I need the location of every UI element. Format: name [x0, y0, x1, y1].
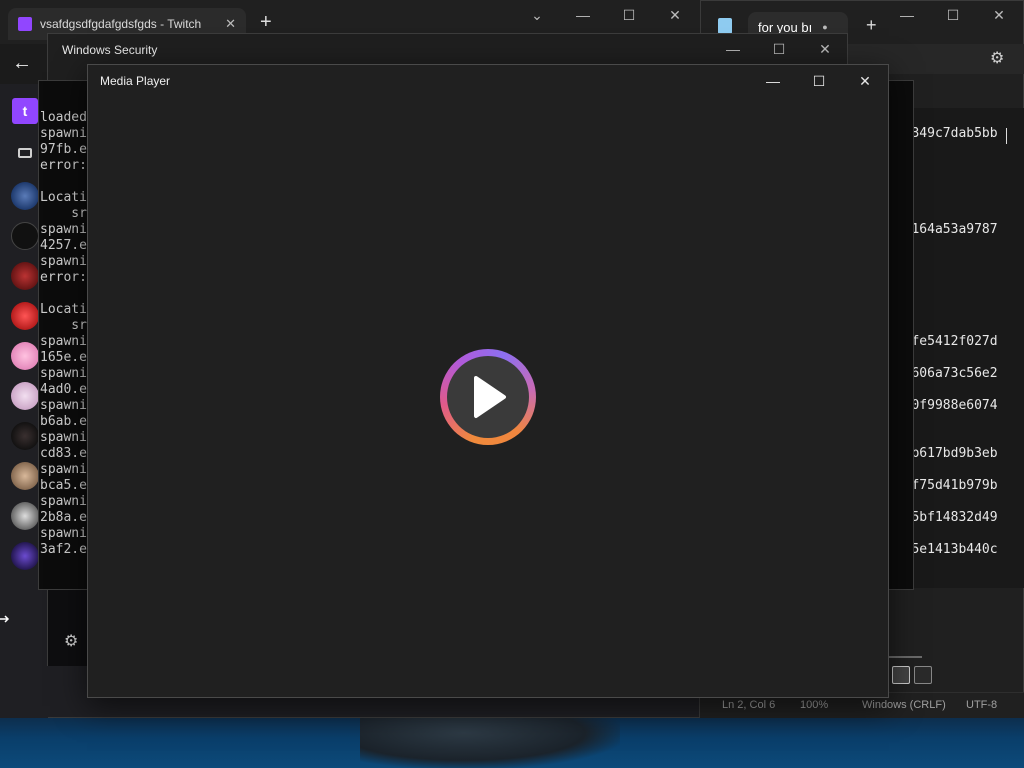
terminal-line: 4ad0.e	[40, 382, 87, 397]
view-mode-buttons	[892, 666, 932, 684]
play-icon	[474, 376, 506, 418]
notepad-window-controls: — ☐ ✕	[884, 0, 1022, 30]
mouse-cursor-icon	[0, 612, 12, 629]
close-button[interactable]: ✕	[802, 34, 848, 64]
channel-avatar[interactable]	[11, 502, 39, 530]
tab-close-icon[interactable]: ✕	[225, 16, 236, 32]
play-button-inner	[447, 356, 529, 438]
terminal-line: Locati	[40, 190, 87, 205]
media-player-controls: — ☐ ✕	[750, 66, 888, 96]
minimize-button[interactable]: —	[560, 0, 606, 30]
cursor-position: Ln 2, Col 6	[722, 699, 776, 711]
close-button[interactable]: ✕	[652, 0, 698, 30]
twitch-window-controls: ⌄ — ☐ ✕	[514, 0, 698, 30]
close-button[interactable]: ✕	[842, 66, 888, 96]
channel-avatar[interactable]	[11, 262, 39, 290]
terminal-line: 3af2.e	[40, 542, 87, 557]
maximize-button[interactable]: ☐	[930, 0, 976, 30]
terminal-line: spawni	[40, 366, 87, 381]
terminal-line: spawni	[40, 526, 87, 541]
terminal-line: 165e.e	[40, 350, 87, 365]
encoding[interactable]: UTF-8	[966, 699, 997, 711]
desktop-wallpaper-image	[360, 718, 620, 768]
terminal-line: cd83.e	[40, 446, 87, 461]
media-player-title: Media Player	[100, 74, 171, 88]
windows-security-controls: — ☐ ✕	[710, 34, 848, 64]
unsaved-dot-icon: ●	[822, 22, 828, 32]
twitch-logo-icon[interactable]: t	[12, 98, 38, 124]
tab-search-chevron-down-icon[interactable]: ⌄	[514, 0, 560, 30]
minimize-button[interactable]: —	[884, 0, 930, 30]
terminal-line: 2b8a.e	[40, 510, 87, 525]
settings-gear-icon[interactable]: ⚙	[64, 631, 78, 651]
zoom-level[interactable]: 100%	[800, 699, 828, 711]
channel-avatar[interactable]	[11, 382, 39, 410]
terminal-line: b6ab.e	[40, 414, 87, 429]
line-ending[interactable]: Windows (CRLF)	[862, 699, 946, 711]
maximize-button[interactable]: ☐	[756, 34, 802, 64]
minimize-button[interactable]: —	[710, 34, 756, 64]
terminal-line: error:	[40, 158, 87, 173]
terminal-line: sr	[40, 318, 87, 333]
terminal-line: error:	[40, 270, 87, 285]
terminal-line: spawni	[40, 494, 87, 509]
play-button[interactable]	[440, 349, 536, 445]
settings-gear-icon[interactable]: ⚙	[990, 48, 1004, 68]
text-caret	[1006, 128, 1007, 144]
channel-avatar[interactable]	[11, 222, 39, 250]
channel-avatar[interactable]	[11, 422, 39, 450]
back-arrow-icon[interactable]: ←	[12, 52, 32, 75]
terminal-line: spawni	[40, 222, 87, 237]
notepad-app-icon	[718, 18, 732, 34]
formatted-view-icon[interactable]	[892, 666, 910, 684]
terminal-line: spawni	[40, 462, 87, 477]
channel-avatar[interactable]	[11, 342, 39, 370]
desktop-background	[0, 718, 1024, 768]
twitch-new-tab-button[interactable]: +	[260, 12, 272, 32]
channel-avatar[interactable]	[11, 302, 39, 330]
terminal-line: bca5.e	[40, 478, 87, 493]
minimize-button[interactable]: —	[750, 66, 796, 96]
terminal-line: spawni	[40, 398, 87, 413]
terminal-line: 97fb.e	[40, 142, 87, 157]
view-divider	[888, 656, 922, 658]
terminal-line: sr	[40, 206, 87, 221]
terminal-line: spawni	[40, 430, 87, 445]
channel-avatar[interactable]	[11, 462, 39, 490]
windows-security-footer	[48, 590, 88, 666]
terminal-line: 4257.e	[40, 238, 87, 253]
twitch-tab-title: vsafdgsdfgdafgdsfgds - Twitch	[40, 17, 202, 31]
terminal-line: Locati	[40, 302, 87, 317]
windows-security-title: Windows Security	[62, 43, 158, 57]
terminal-line: loaded	[40, 110, 87, 125]
twitch-favicon-icon	[18, 17, 32, 31]
notepad-new-tab-button[interactable]: +	[866, 16, 877, 34]
terminal-line: spawni	[40, 254, 87, 269]
video-camera-icon[interactable]	[18, 148, 32, 158]
channel-avatar[interactable]	[11, 182, 39, 210]
channel-avatar[interactable]	[11, 542, 39, 570]
maximize-button[interactable]: ☐	[796, 66, 842, 96]
maximize-button[interactable]: ☐	[606, 0, 652, 30]
close-button[interactable]: ✕	[976, 0, 1022, 30]
terminal-line: spawni	[40, 126, 87, 141]
markdown-view-icon[interactable]	[914, 666, 932, 684]
terminal-line: spawni	[40, 334, 87, 349]
